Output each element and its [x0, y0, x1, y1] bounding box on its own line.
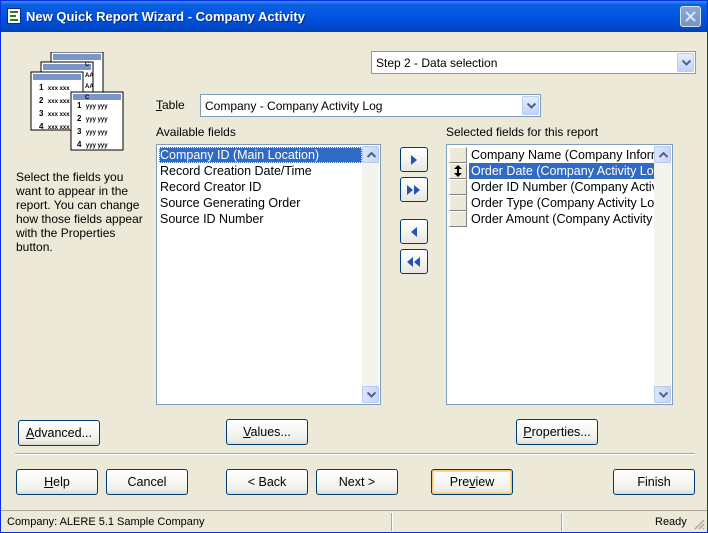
status-bar: Company: ALERE 5.1 Sample Company Ready — [1, 510, 707, 532]
logo-row: 1 xxx xxx — [39, 83, 70, 92]
preview-button[interactable]: Preview — [431, 469, 513, 495]
arrow-right-icon — [411, 155, 417, 165]
advanced-button[interactable]: Advanced... — [18, 420, 100, 446]
chevron-down-icon — [527, 103, 536, 109]
selected-fields-list[interactable]: Company Name (Company Inform Order Date … — [446, 144, 673, 405]
window-title: New Quick Report Wizard - Company Activi… — [26, 9, 305, 24]
list-item[interactable]: Record Creation Date/Time — [159, 163, 312, 179]
list-item[interactable]: Source ID Number — [159, 211, 264, 227]
drag-handle[interactable] — [449, 163, 467, 179]
list-item[interactable]: Record Creator ID — [159, 179, 261, 195]
title-bar[interactable]: New Quick Report Wizard - Company Activi… — [1, 1, 707, 32]
status-ready: Ready — [655, 516, 687, 528]
wizard-client-area: C AA AA C 1 xxx xxx 2 xxx xxx 3 xxx xxx … — [1, 32, 707, 532]
logo-row: 4 xxx xxx — [39, 122, 70, 131]
step-dropdown-value: Step 2 - Data selection — [376, 56, 498, 70]
button-divider — [15, 453, 695, 455]
step-dropdown[interactable]: Step 2 - Data selection — [371, 51, 696, 74]
scroll-down-button[interactable] — [654, 386, 671, 403]
logo-back-rows: 1 xxx xxx 2 xxx xxx 3 xxx xxx 4 xxx xxx — [39, 82, 70, 134]
drag-handle[interactable] — [449, 211, 467, 227]
scroll-up-button[interactable] — [654, 146, 671, 163]
back-button[interactable]: < Back — [226, 469, 308, 495]
status-separator — [391, 513, 393, 531]
step-dropdown-arrow[interactable] — [677, 53, 694, 72]
double-arrow-right-icon — [407, 185, 420, 195]
selected-list-scrollbar[interactable] — [654, 146, 671, 403]
selected-fields-header: Selected fields for this report — [446, 125, 599, 139]
selected-field-label: Order ID Number (Company Activ — [471, 180, 658, 194]
logo-side-letters: C AA AA C — [85, 60, 94, 104]
instructions-text: Select the fields you want to appear in … — [16, 170, 143, 254]
chevron-up-icon — [659, 152, 668, 158]
chevron-down-icon — [659, 392, 668, 398]
cancel-button[interactable]: Cancel — [106, 469, 188, 495]
next-button[interactable]: Next > — [316, 469, 398, 495]
table-dropdown[interactable]: Company - Company Activity Log — [200, 94, 541, 117]
resize-grip-icon[interactable] — [693, 518, 705, 530]
move-updown-icon — [454, 165, 462, 177]
drag-handle[interactable] — [449, 147, 467, 163]
list-item[interactable]: Source Generating Order — [159, 195, 300, 211]
chevron-down-icon — [367, 392, 376, 398]
logo-letter: AA — [85, 73, 94, 79]
logo-row: 4 yyy yyy — [77, 140, 108, 149]
help-button[interactable]: Help — [16, 469, 98, 495]
logo-row: 3 xxx xxx — [39, 109, 70, 118]
values-button[interactable]: Values... — [226, 419, 308, 445]
table-label: Table — [156, 98, 185, 112]
selected-field-label: Order Amount (Company Activity — [471, 212, 653, 226]
status-separator — [561, 513, 563, 531]
available-fields-list[interactable]: Company ID (Main Location) Record Creati… — [156, 144, 381, 405]
add-field-button[interactable] — [400, 147, 428, 172]
close-icon — [685, 11, 696, 22]
double-arrow-left-icon — [407, 257, 420, 267]
report-app-icon — [7, 8, 21, 24]
available-fields-header: Available fields — [156, 125, 236, 139]
logo-letter: C — [85, 62, 90, 68]
remove-all-fields-button[interactable] — [400, 249, 428, 274]
status-company: Company: ALERE 5.1 Sample Company — [7, 516, 205, 528]
selected-field-label: Order Type (Company Activity Lo — [471, 196, 655, 210]
scroll-up-button[interactable] — [362, 146, 379, 163]
drag-handle[interactable] — [449, 179, 467, 195]
arrow-left-icon — [411, 227, 417, 237]
table-dropdown-value: Company - Company Activity Log — [205, 99, 383, 113]
add-all-fields-button[interactable] — [400, 177, 428, 202]
logo-row: 3 yyy yyy — [77, 127, 108, 136]
selected-field-label: Order Date (Company Activity Log — [469, 163, 663, 179]
available-list-scrollbar[interactable] — [362, 146, 379, 403]
finish-button[interactable]: Finish — [613, 469, 695, 495]
properties-button[interactable]: Properties... — [516, 419, 598, 445]
list-item[interactable]: Company ID (Main Location) — [159, 147, 362, 163]
selected-field-label: Company Name (Company Inform — [471, 148, 662, 162]
wizard-window: New Quick Report Wizard - Company Activi… — [0, 0, 708, 533]
scroll-down-button[interactable] — [362, 386, 379, 403]
logo-row: 2 yyy yyy — [77, 114, 108, 123]
logo-front-rows: 1 yyy yyy 2 yyy yyy 3 yyy yyy 4 yyy yyy — [77, 100, 108, 152]
close-button[interactable] — [680, 6, 701, 27]
logo-row: 1 yyy yyy — [77, 101, 108, 110]
chevron-up-icon — [367, 152, 376, 158]
remove-field-button[interactable] — [400, 219, 428, 244]
chevron-down-icon — [682, 60, 691, 66]
table-dropdown-arrow[interactable] — [522, 96, 539, 115]
logo-letter: AA — [85, 84, 94, 90]
logo-row: 2 xxx xxx — [39, 96, 70, 105]
drag-handle[interactable] — [449, 195, 467, 211]
